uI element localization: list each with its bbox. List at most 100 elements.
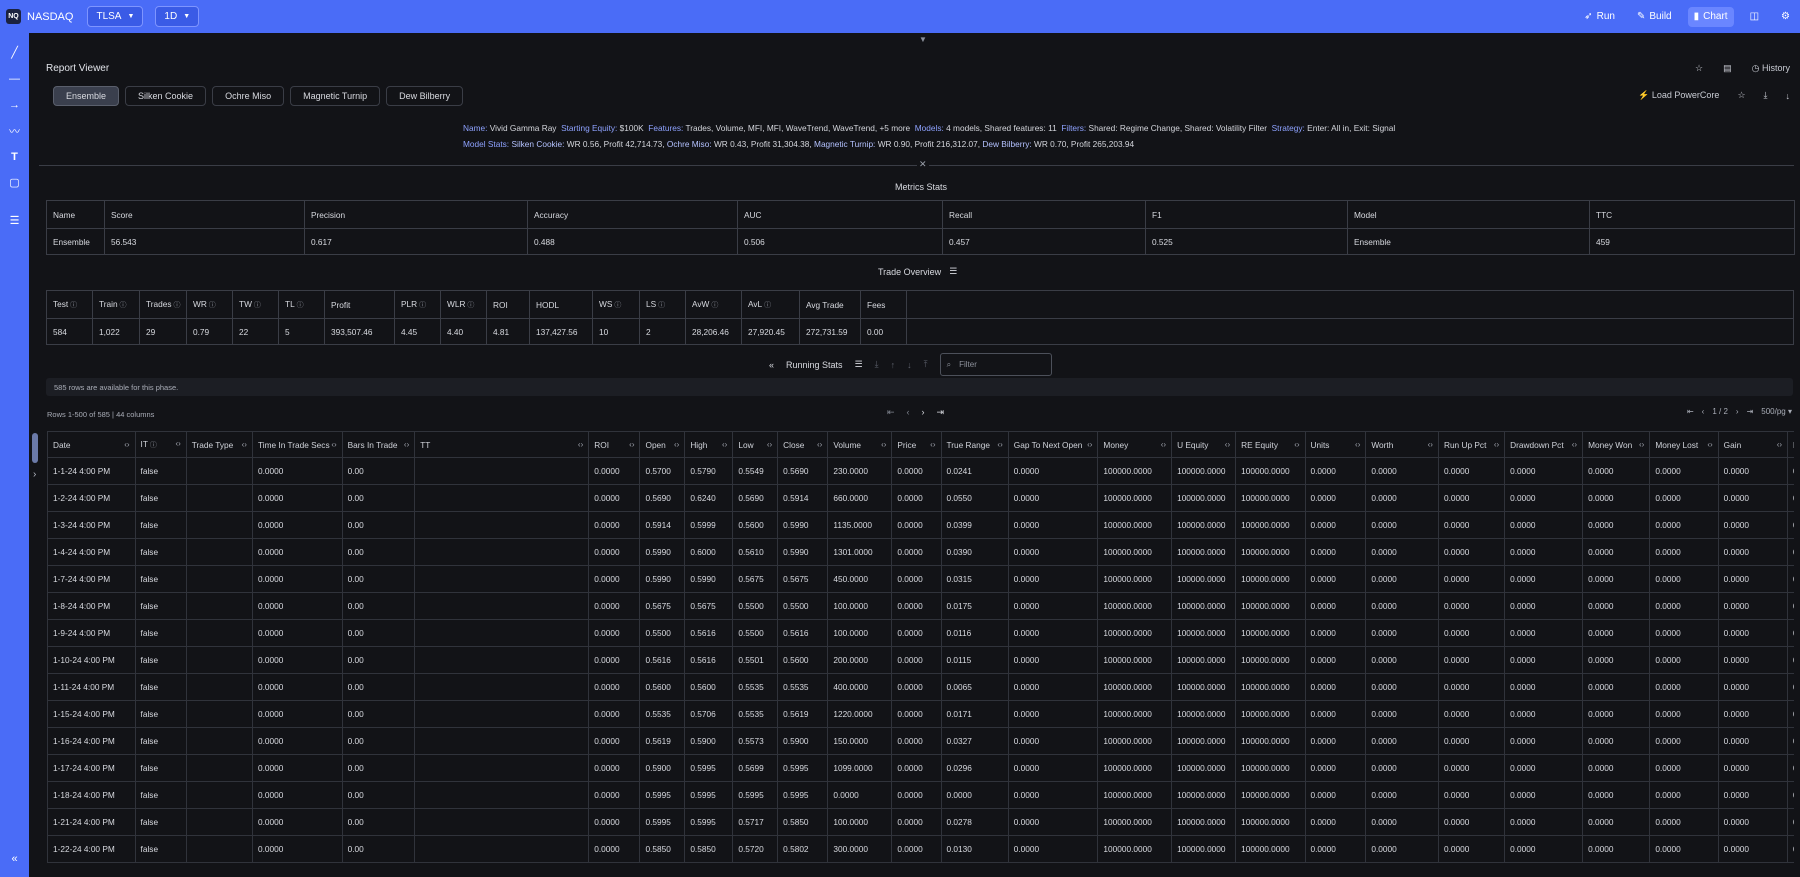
- column-header[interactable]: True Range ‹›: [940, 431, 1009, 458]
- table-row[interactable]: 1-7-24 4:00 PM false 0.0000 0.00 0.0000 0.599…: [47, 565, 1794, 593]
- prev-page-icon[interactable]: ‹: [1702, 407, 1705, 416]
- resize-column-icon[interactable]: ‹›: [1572, 440, 1577, 449]
- column-header[interactable]: Trade Type ‹›: [185, 431, 253, 458]
- resize-column-icon[interactable]: ‹›: [1494, 440, 1499, 449]
- tab-silken-cookie[interactable]: Silken Cookie: [125, 86, 207, 106]
- resize-column-icon[interactable]: ‹›: [767, 440, 772, 449]
- resize-column-icon[interactable]: ‹›: [930, 440, 935, 449]
- data-table-container[interactable]: Date ‹› IT ⓘ ‹› Trade Type ‹› Time In Trade Se…: [47, 431, 1794, 877]
- column-header[interactable]: Drawdown Pct ‹›: [1504, 431, 1584, 458]
- interval-dropdown[interactable]: 1D ▼: [155, 6, 200, 27]
- resize-column-icon[interactable]: ‹›: [997, 440, 1002, 449]
- info-icon[interactable]: ⓘ: [656, 302, 665, 309]
- double-chevron-left-icon[interactable]: «: [769, 360, 774, 370]
- arrow-down-icon[interactable]: ↓: [907, 360, 912, 370]
- sliders-icon[interactable]: ☰: [855, 359, 863, 370]
- resize-column-icon[interactable]: ‹›: [1355, 440, 1360, 449]
- resize-column-icon[interactable]: ‹›: [1225, 440, 1230, 449]
- column-header[interactable]: Worth ‹›: [1365, 431, 1439, 458]
- column-header[interactable]: Volume ‹›: [827, 431, 893, 458]
- table-row[interactable]: 1-16-24 4:00 PM false 0.0000 0.00 0.0000 0.56…: [47, 727, 1794, 755]
- column-header[interactable]: RE Equity ‹›: [1235, 431, 1306, 458]
- first-page-icon[interactable]: ⇤: [887, 407, 895, 418]
- column-header[interactable]: Run Up Pct ‹›: [1437, 431, 1506, 458]
- column-header[interactable]: Time In Trade Secs ‹›: [251, 431, 343, 458]
- column-header[interactable]: Gap To Next Open ‹›: [1007, 431, 1099, 458]
- column-header[interactable]: ROI ‹›: [588, 431, 641, 458]
- table-row[interactable]: 1-1-24 4:00 PM false 0.0000 0.00 0.0000 0.570…: [47, 457, 1794, 485]
- table-row[interactable]: 1-10-24 4:00 PM false 0.0000 0.00 0.0000 0.56…: [47, 646, 1794, 674]
- resize-column-icon[interactable]: ‹›: [124, 440, 129, 449]
- column-header[interactable]: Close ‹›: [777, 431, 829, 458]
- close-icon[interactable]: ✕: [917, 159, 929, 170]
- column-header[interactable]: Money Won ‹›: [1582, 431, 1651, 458]
- resize-column-icon[interactable]: ‹›: [404, 440, 409, 449]
- info-icon[interactable]: ⓘ: [148, 442, 157, 449]
- sliders-icon[interactable]: ☰: [949, 266, 957, 277]
- resize-column-icon[interactable]: ‹›: [175, 439, 180, 448]
- pdf-icon[interactable]: ▤: [1723, 63, 1732, 74]
- upload-icon[interactable]: ⤒: [924, 359, 928, 370]
- panel-toggle-button[interactable]: ◫: [1744, 7, 1765, 27]
- info-icon[interactable]: ⓘ: [118, 302, 127, 309]
- star-icon[interactable]: ☆: [1695, 63, 1703, 74]
- resize-column-icon[interactable]: ‹›: [1707, 440, 1712, 449]
- resize-column-icon[interactable]: ‹›: [629, 440, 634, 449]
- scroll-handle[interactable]: [32, 433, 38, 463]
- column-header[interactable]: Units ‹›: [1304, 431, 1367, 458]
- history-button[interactable]: ◷ History: [1752, 63, 1790, 74]
- column-header[interactable]: Date ‹›: [47, 431, 136, 458]
- table-row[interactable]: 1-8-24 4:00 PM false 0.0000 0.00 0.0000 0.567…: [47, 592, 1794, 620]
- resize-column-icon[interactable]: ‹›: [331, 440, 336, 449]
- first-page-icon[interactable]: ⇤: [1687, 407, 1694, 416]
- resize-column-icon[interactable]: ‹›: [1428, 440, 1433, 449]
- column-header[interactable]: U Equity ‹›: [1171, 431, 1237, 458]
- column-header[interactable]: High ‹›: [684, 431, 734, 458]
- tab-dew-bilberry[interactable]: Dew Bilberry: [386, 86, 464, 106]
- rectangle-icon[interactable]: ▢: [7, 175, 22, 190]
- arrow-down-icon[interactable]: ↓: [1786, 91, 1791, 101]
- table-row[interactable]: 1-18-24 4:00 PM false 0.0000 0.00 0.0000 0.59…: [47, 781, 1794, 809]
- table-row[interactable]: 1-2-24 4:00 PM false 0.0000 0.00 0.0000 0.569…: [47, 484, 1794, 512]
- last-page-icon[interactable]: ⇥: [1747, 407, 1754, 416]
- table-row[interactable]: 1-15-24 4:00 PM false 0.0000 0.00 0.0000 0.55…: [47, 700, 1794, 728]
- arrow-up-icon[interactable]: ↑: [891, 360, 896, 370]
- tab-ochre-miso[interactable]: Ochre Miso: [212, 86, 285, 106]
- collapse-sidebar-icon[interactable]: «: [7, 851, 22, 866]
- resize-column-icon[interactable]: ‹›: [1161, 440, 1166, 449]
- info-icon[interactable]: ⓘ: [612, 302, 621, 309]
- table-row[interactable]: 1-22-24 4:00 PM false 0.0000 0.00 0.0000 0.58…: [47, 835, 1794, 863]
- resize-column-icon[interactable]: ‹›: [1087, 440, 1092, 449]
- resize-column-icon[interactable]: ‹›: [242, 440, 247, 449]
- filter-input[interactable]: ⌕ Filter: [939, 353, 1052, 376]
- resize-column-icon[interactable]: ‹›: [674, 440, 679, 449]
- table-row[interactable]: 1-3-24 4:00 PM false 0.0000 0.00 0.0000 0.591…: [47, 511, 1794, 539]
- run-button[interactable]: ➶ Run: [1578, 7, 1621, 27]
- sliders-icon[interactable]: ☰: [7, 213, 22, 228]
- trend-line-icon[interactable]: ╱: [7, 45, 22, 60]
- resize-column-icon[interactable]: ‹›: [881, 440, 886, 449]
- info-icon[interactable]: ⓘ: [709, 302, 718, 309]
- column-header[interactable]: Participation: [1787, 431, 1794, 458]
- text-tool-icon[interactable]: T: [7, 149, 22, 164]
- column-header[interactable]: Money ‹›: [1097, 431, 1173, 458]
- chevron-down-icon[interactable]: ▼: [919, 35, 927, 44]
- next-page-icon[interactable]: ›: [922, 407, 925, 418]
- chevron-right-icon[interactable]: ›: [33, 469, 36, 480]
- column-header[interactable]: Price ‹›: [891, 431, 942, 458]
- next-page-icon[interactable]: ›: [1736, 407, 1739, 416]
- resize-column-icon[interactable]: ‹›: [1777, 440, 1782, 449]
- info-icon[interactable]: ⓘ: [252, 302, 261, 309]
- horizontal-line-icon[interactable]: —: [7, 71, 22, 86]
- column-header[interactable]: Open ‹›: [639, 431, 686, 458]
- download-icon[interactable]: ⤓: [1764, 90, 1768, 101]
- column-header[interactable]: Gain ‹›: [1717, 431, 1789, 458]
- download-icon[interactable]: ⤓: [875, 359, 879, 370]
- column-header[interactable]: IT ⓘ ‹›: [134, 431, 187, 458]
- table-row[interactable]: 1-11-24 4:00 PM false 0.0000 0.00 0.0000 0.56…: [47, 673, 1794, 701]
- prev-page-icon[interactable]: ‹: [907, 407, 910, 418]
- column-header[interactable]: Money Lost ‹›: [1649, 431, 1719, 458]
- info-icon[interactable]: ⓘ: [207, 302, 216, 309]
- symbol-dropdown[interactable]: TLSA ▼: [87, 6, 144, 27]
- resize-column-icon[interactable]: ‹›: [817, 440, 822, 449]
